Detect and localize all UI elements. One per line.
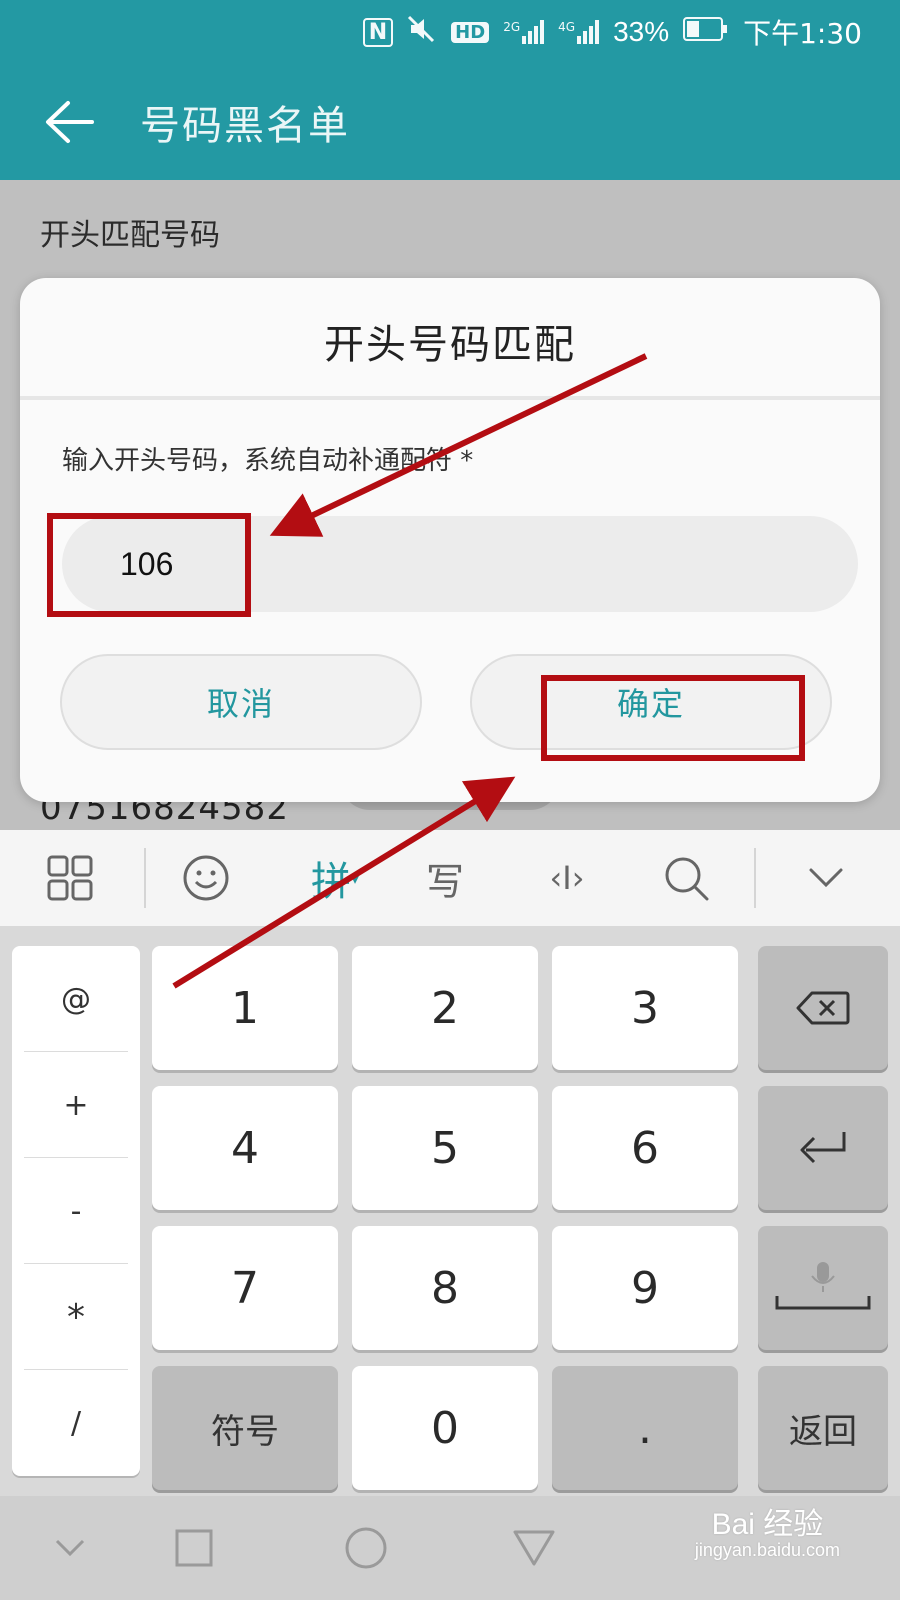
grid-icon[interactable] bbox=[20, 830, 120, 926]
space-voice-key[interactable] bbox=[758, 1226, 888, 1350]
key-8[interactable]: 8 bbox=[352, 1226, 538, 1350]
2g-signal-icon: 2G bbox=[503, 20, 545, 44]
symbols-key[interactable]: 符号 bbox=[152, 1366, 338, 1490]
clock: 下午1:30 bbox=[743, 17, 862, 50]
key-2[interactable]: 2 bbox=[352, 946, 538, 1070]
key-6[interactable]: 6 bbox=[552, 1086, 738, 1210]
ime-label: 拼 bbox=[310, 859, 351, 905]
battery-percent: 33% bbox=[613, 16, 670, 47]
mute-icon bbox=[407, 15, 437, 49]
key-plus[interactable]: + bbox=[12, 1052, 140, 1158]
dialog-divider bbox=[20, 396, 880, 400]
dialog-hint: 输入开头号码，系统自动补通配符 * bbox=[62, 446, 474, 476]
enter-icon bbox=[800, 1132, 846, 1164]
baidu-jingyan-watermark: Bai 经验 jingyan.baidu.com bbox=[695, 1508, 840, 1561]
prefix-number-input[interactable] bbox=[62, 516, 858, 612]
nav-recents-icon[interactable] bbox=[144, 1496, 244, 1600]
collapse-chevron-icon[interactable] bbox=[776, 830, 876, 926]
toolbar-separator bbox=[144, 848, 146, 908]
status-bar: N HD 2G 4G 33% 下午1:30 bbox=[0, 0, 900, 64]
prefix-match-dialog: 开头号码匹配 输入开头号码，系统自动补通配符 * 取消 确定 bbox=[20, 278, 880, 802]
app-bar: 号码黑名单 bbox=[0, 64, 900, 180]
key-slash[interactable]: / bbox=[12, 1370, 140, 1476]
microphone-icon bbox=[775, 1262, 871, 1310]
confirm-button[interactable]: 确定 bbox=[470, 654, 832, 750]
key-5[interactable]: 5 bbox=[352, 1086, 538, 1210]
watermark-brand: Bai 经验 bbox=[711, 1508, 824, 1541]
ime-pinyin-toggle[interactable]: 拼 ▾ bbox=[290, 830, 380, 926]
cancel-button[interactable]: 取消 bbox=[60, 654, 422, 750]
search-icon[interactable] bbox=[636, 830, 736, 926]
key-0[interactable]: 0 bbox=[352, 1366, 538, 1490]
arrow-left-icon bbox=[46, 101, 94, 143]
key-minus[interactable]: - bbox=[12, 1158, 140, 1264]
key-at[interactable]: @ bbox=[12, 946, 140, 1052]
numeric-keyboard: @ + - * / 1 2 3 4 5 6 7 8 9 符号 0 . 返回 bbox=[0, 926, 900, 1496]
battery-icon bbox=[683, 17, 729, 47]
toolbar-separator bbox=[754, 848, 756, 908]
back-button[interactable] bbox=[0, 64, 140, 180]
section-header: 开头匹配号码 bbox=[40, 218, 220, 253]
nfc-icon: N bbox=[362, 17, 394, 47]
key-9[interactable]: 9 bbox=[552, 1226, 738, 1350]
key-7[interactable]: 7 bbox=[152, 1226, 338, 1350]
key-asterisk[interactable]: * bbox=[12, 1264, 140, 1370]
backspace-icon bbox=[796, 991, 850, 1025]
dialog-title: 开头号码匹配 bbox=[324, 322, 576, 368]
dropdown-caret-icon: ▾ bbox=[350, 868, 360, 888]
nav-collapse-icon[interactable] bbox=[20, 1496, 120, 1600]
key-dot[interactable]: . bbox=[552, 1366, 738, 1490]
emoji-icon[interactable] bbox=[156, 830, 256, 926]
4g-signal-icon: 4G bbox=[558, 20, 600, 44]
page-title: 号码黑名单 bbox=[140, 103, 350, 149]
keyboard-toolbar: 拼 ▾ 写 ‹I› bbox=[0, 830, 900, 926]
key-1[interactable]: 1 bbox=[152, 946, 338, 1070]
nav-back-icon[interactable] bbox=[484, 1496, 584, 1600]
nav-home-icon[interactable] bbox=[316, 1496, 416, 1600]
watermark-url: jingyan.baidu.com bbox=[694, 1540, 840, 1560]
return-key[interactable]: 返回 bbox=[758, 1366, 888, 1490]
backspace-key[interactable] bbox=[758, 946, 888, 1070]
key-3[interactable]: 3 bbox=[552, 946, 738, 1070]
cursor-control-icon[interactable]: ‹I› bbox=[512, 830, 622, 926]
key-4[interactable]: 4 bbox=[152, 1086, 338, 1210]
symbol-column: @ + - * / bbox=[12, 946, 140, 1476]
handwriting-toggle[interactable]: 写 bbox=[400, 830, 490, 926]
hd-icon: HD bbox=[451, 21, 490, 43]
enter-key[interactable] bbox=[758, 1086, 888, 1210]
